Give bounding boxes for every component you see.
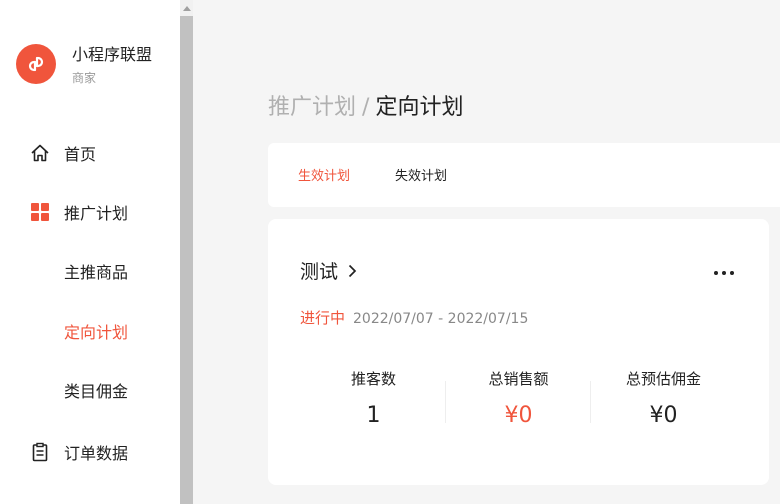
sidebar-scrollbar[interactable] xyxy=(180,0,193,504)
sidebar-item-promotion-plan[interactable]: 推广计划 xyxy=(0,197,180,227)
sidebar-item-category-commission[interactable]: 类目佣金 xyxy=(0,375,180,405)
tab-active-plans[interactable]: 生效计划 xyxy=(298,169,350,185)
stat-estimated-commission: 总预估佣金 ¥0 xyxy=(591,369,736,429)
plan-title: 测试 xyxy=(300,261,339,283)
link-chain-icon xyxy=(16,44,56,84)
stat-label: 总预估佣金 xyxy=(625,370,701,388)
sidebar-item-label: 推广计划 xyxy=(64,204,129,223)
stat-value: 1 xyxy=(366,403,381,428)
brand-role: 商家 xyxy=(72,71,97,85)
sidebar-item-label: 首页 xyxy=(64,145,97,164)
breadcrumb: 推广计划 / 定向计划 xyxy=(268,93,463,123)
grid-icon xyxy=(30,202,50,222)
sidebar: 小程序联盟 商家 首页 推广计划 主推商品 定向计划 类目佣金 订单数据 xyxy=(0,0,180,504)
brand: 小程序联盟 商家 xyxy=(16,44,152,85)
sidebar-item-home[interactable]: 首页 xyxy=(0,138,180,168)
plan-tabs: 生效计划 失效计划 xyxy=(268,143,780,207)
home-icon xyxy=(30,143,50,163)
brand-name: 小程序联盟 xyxy=(72,45,153,64)
plan-card: 测试 进行中 2022/07/07 - 2022/07/15 推客数 1 总销售… xyxy=(268,219,769,485)
sidebar-item-featured-products[interactable]: 主推商品 xyxy=(0,256,180,286)
sidebar-item-label: 主推商品 xyxy=(64,263,129,282)
breadcrumb-parent[interactable]: 推广计划 xyxy=(268,95,356,120)
stat-label: 总销售额 xyxy=(488,370,549,388)
status-badge: 进行中 xyxy=(300,309,346,327)
sidebar-item-order-data[interactable]: 订单数据 xyxy=(0,437,180,467)
sidebar-item-label: 订单数据 xyxy=(64,444,129,463)
chevron-right-icon xyxy=(348,264,357,277)
plan-title-link[interactable]: 测试 xyxy=(300,257,357,284)
sidebar-item-label: 定向计划 xyxy=(64,323,129,342)
stat-total-sales: 总销售额 ¥0 xyxy=(446,369,591,429)
clipboard-icon xyxy=(30,442,50,462)
stat-promoter-count: 推客数 1 xyxy=(301,369,446,429)
sidebar-item-targeted-plan[interactable]: 定向计划 xyxy=(0,316,180,346)
stat-value: ¥0 xyxy=(649,403,678,428)
scroll-up-arrow-icon[interactable] xyxy=(180,0,193,16)
page-title: 定向计划 xyxy=(375,95,464,120)
breadcrumb-separator: / xyxy=(362,95,370,120)
more-options-icon[interactable] xyxy=(712,263,736,283)
plan-status-row: 进行中 2022/07/07 - 2022/07/15 xyxy=(300,307,528,328)
stat-label: 推客数 xyxy=(350,370,396,388)
tab-expired-plans[interactable]: 失效计划 xyxy=(395,169,447,185)
plan-date-range: 2022/07/07 - 2022/07/15 xyxy=(353,311,529,327)
stat-value: ¥0 xyxy=(504,403,533,428)
sidebar-item-label: 类目佣金 xyxy=(64,382,129,401)
